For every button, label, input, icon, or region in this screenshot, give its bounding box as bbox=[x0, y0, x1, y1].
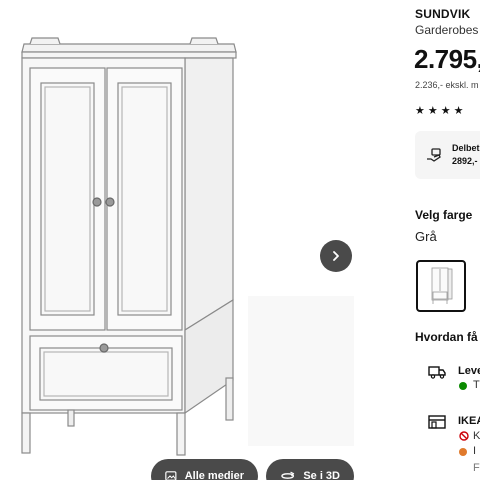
rating-stars[interactable]: ★★★★ bbox=[415, 104, 466, 117]
selected-color: Grå bbox=[415, 229, 437, 244]
delivery-heading: Hvordan få p bbox=[415, 330, 480, 344]
payment-label: Delbet bbox=[452, 143, 480, 153]
view-3d-label: Se i 3D bbox=[303, 470, 340, 480]
wardrobe-thumbnail bbox=[431, 267, 453, 304]
next-image-button[interactable] bbox=[320, 240, 352, 272]
product-info-panel: SUNDVIK Garderobes 2.795, 2.236,- ekskl.… bbox=[400, 0, 480, 480]
product-gallery: Alle medier Se i 3D bbox=[0, 0, 400, 480]
all-media-button[interactable]: Alle medier bbox=[151, 459, 258, 480]
payment-amount: 2892,- bbox=[452, 156, 478, 166]
price-excl-vat: 2.236,- ekskl. m bbox=[415, 80, 479, 90]
color-swatch-grey[interactable] bbox=[416, 260, 466, 312]
chevron-right-icon bbox=[333, 251, 339, 261]
product-name: SUNDVIK bbox=[415, 7, 471, 21]
rotate-3d-icon bbox=[281, 471, 295, 479]
color-heading: Velg farge bbox=[415, 208, 473, 222]
product-price: 2.795, bbox=[414, 44, 480, 74]
installment-payment-icon bbox=[427, 148, 441, 162]
image-gallery-icon bbox=[165, 471, 177, 480]
view-3d-button[interactable]: Se i 3D bbox=[266, 459, 354, 480]
payment-option-box[interactable]: Delbet 2892,- bbox=[415, 131, 480, 179]
all-media-label: Alle medier bbox=[184, 470, 244, 480]
product-subtitle: Garderobes bbox=[415, 23, 479, 37]
